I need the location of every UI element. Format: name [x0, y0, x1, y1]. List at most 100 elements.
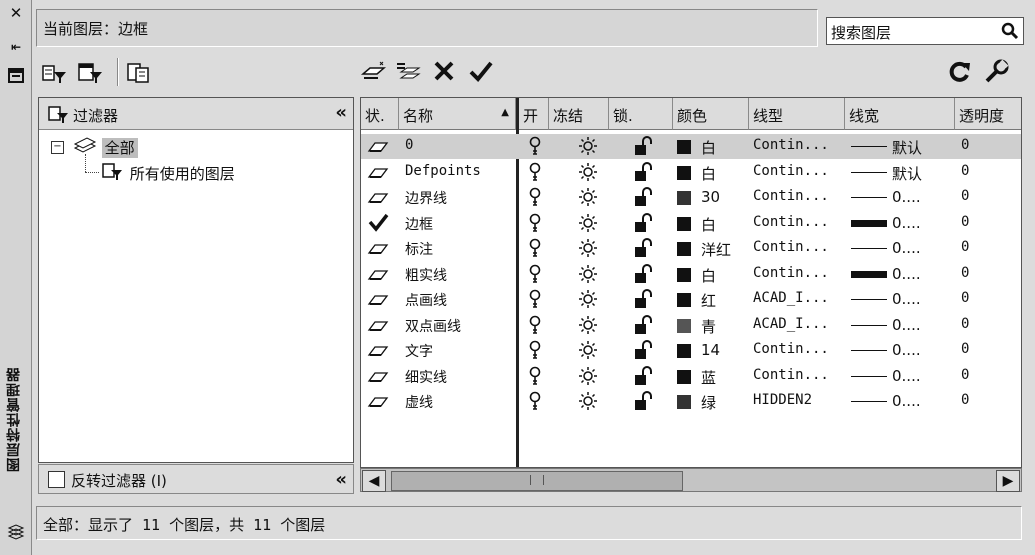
color-swatch[interactable]	[677, 216, 691, 231]
delete-layer-icon[interactable]	[431, 58, 461, 86]
freeze-sun-icon[interactable]	[578, 162, 598, 186]
unlock-icon[interactable]	[633, 187, 655, 211]
collapse-filter-icon[interactable]: «	[335, 102, 347, 123]
linetype-value[interactable]: Contin...	[753, 239, 845, 255]
lineweight-value[interactable]: 0....	[892, 290, 950, 308]
transparency-value[interactable]: 0	[961, 316, 969, 332]
properties-icon[interactable]	[7, 66, 25, 84]
color-name[interactable]: 蓝	[701, 367, 716, 388]
linetype-value[interactable]: Contin...	[753, 214, 845, 230]
freeze-sun-icon[interactable]	[578, 289, 598, 313]
layer-row[interactable]: 虚线 绿 HIDDEN2 0.... 0	[361, 389, 1021, 415]
freeze-sun-icon[interactable]	[578, 213, 598, 237]
scrollbar-thumb[interactable]	[391, 471, 683, 491]
transparency-value[interactable]: 0	[961, 367, 969, 383]
layer-name[interactable]: 虚线	[405, 392, 513, 412]
unlock-icon[interactable]	[633, 340, 655, 364]
lineweight-value[interactable]: 0....	[892, 265, 950, 283]
color-swatch[interactable]	[677, 318, 691, 333]
lineweight-value[interactable]: 0....	[892, 239, 950, 257]
collapse-filter-icon[interactable]: «	[335, 469, 347, 490]
new-group-filter-icon[interactable]	[76, 58, 106, 86]
linetype-value[interactable]: ACAD_I...	[753, 316, 845, 332]
freeze-sun-icon[interactable]	[578, 391, 598, 415]
freeze-sun-icon[interactable]	[578, 136, 598, 160]
lightbulb-on-icon[interactable]	[529, 366, 541, 390]
freeze-sun-icon[interactable]	[578, 366, 598, 390]
freeze-sun-icon[interactable]	[578, 315, 598, 339]
column-header-color[interactable]: 颜色	[673, 98, 749, 130]
layer-row[interactable]: 标注 洋红 Contin... 0.... 0	[361, 236, 1021, 262]
layer-name[interactable]: 边界线	[405, 188, 513, 208]
layer-row[interactable]: Defpoints 白 Contin... 默认 0	[361, 160, 1021, 186]
linetype-value[interactable]: HIDDEN2	[753, 392, 845, 408]
lightbulb-on-icon[interactable]	[529, 264, 541, 288]
lineweight-value[interactable]: 0....	[892, 341, 950, 359]
lightbulb-on-icon[interactable]	[529, 238, 541, 262]
tree-node-all[interactable]: − 全部	[51, 136, 138, 158]
layer-name[interactable]: 边框	[405, 214, 513, 234]
freeze-sun-icon[interactable]	[578, 187, 598, 211]
transparency-value[interactable]: 0	[961, 290, 969, 306]
new-layer-icon[interactable]	[360, 58, 390, 86]
color-name[interactable]: 30	[701, 188, 720, 206]
unlock-icon[interactable]	[633, 289, 655, 313]
layer-states-manager-icon[interactable]	[124, 58, 154, 86]
transparency-value[interactable]: 0	[961, 392, 969, 408]
color-swatch[interactable]	[677, 242, 691, 256]
layer-row[interactable]: 细实线 蓝 Contin... 0.... 0	[361, 364, 1021, 390]
color-name[interactable]: 白	[701, 265, 716, 286]
linetype-value[interactable]: Contin...	[753, 367, 845, 383]
refresh-icon[interactable]	[945, 58, 975, 86]
color-swatch[interactable]	[677, 191, 691, 205]
close-icon[interactable]: ✕	[7, 4, 25, 22]
transparency-value[interactable]: 0	[961, 341, 969, 357]
column-header-linetype[interactable]: 线型	[749, 98, 845, 130]
layer-name[interactable]: 标注	[405, 239, 513, 259]
layer-name[interactable]: 点画线	[405, 290, 513, 310]
lineweight-value[interactable]: 0....	[892, 367, 950, 385]
linetype-value[interactable]: Contin...	[753, 137, 845, 153]
lineweight-value[interactable]: 0....	[892, 316, 950, 334]
color-swatch[interactable]	[677, 165, 691, 180]
layer-name[interactable]: 双点画线	[405, 316, 513, 336]
invert-filter-checkbox[interactable]	[48, 471, 65, 488]
color-swatch[interactable]	[677, 267, 691, 282]
lightbulb-on-icon[interactable]	[529, 315, 541, 339]
unlock-icon[interactable]	[633, 365, 655, 390]
layer-row[interactable]: 0 白 Contin... 默认 0	[361, 134, 1021, 160]
scroll-left-icon[interactable]: ◀	[362, 470, 386, 492]
scroll-right-icon[interactable]: ▶	[996, 470, 1020, 492]
lineweight-value[interactable]: 0....	[892, 392, 950, 410]
column-header-name[interactable]: 名称 ▲	[399, 98, 516, 130]
color-name[interactable]: 红	[701, 290, 716, 311]
layer-name[interactable]: Defpoints	[405, 163, 513, 179]
lightbulb-on-icon[interactable]	[529, 187, 541, 211]
layer-row[interactable]: 文字 14 Contin... 0.... 0	[361, 338, 1021, 364]
lineweight-value[interactable]: 默认	[892, 137, 950, 158]
color-name[interactable]: 绿	[701, 392, 716, 413]
search-layers-box[interactable]: 搜索图层	[826, 17, 1024, 45]
unlock-icon[interactable]	[633, 161, 655, 186]
transparency-value[interactable]: 0	[961, 239, 969, 255]
color-name[interactable]: 白	[701, 214, 716, 235]
unlock-icon[interactable]	[633, 314, 655, 339]
lightbulb-on-icon[interactable]	[529, 136, 541, 160]
layer-row[interactable]: 点画线 红 ACAD_I... 0.... 0	[361, 287, 1021, 313]
unlock-icon[interactable]	[633, 212, 655, 237]
unlock-icon[interactable]	[633, 391, 655, 415]
search-icon[interactable]	[1001, 22, 1019, 40]
linetype-value[interactable]: Contin...	[753, 341, 845, 357]
linetype-value[interactable]: Contin...	[753, 265, 845, 281]
set-current-icon[interactable]	[467, 58, 497, 86]
collapse-node-icon[interactable]: −	[51, 140, 64, 154]
transparency-value[interactable]: 0	[961, 214, 969, 230]
layer-name[interactable]: 细实线	[405, 367, 513, 387]
tree-node-used-layers[interactable]: 所有使用的图层	[101, 161, 235, 185]
layer-row[interactable]: 边框 白 Contin... 0.... 0	[361, 211, 1021, 237]
linetype-value[interactable]: Contin...	[753, 163, 845, 179]
lightbulb-on-icon[interactable]	[529, 391, 541, 415]
lightbulb-on-icon[interactable]	[529, 340, 541, 364]
column-header-lineweight[interactable]: 线宽	[845, 98, 955, 130]
settings-wrench-icon[interactable]	[982, 58, 1012, 86]
